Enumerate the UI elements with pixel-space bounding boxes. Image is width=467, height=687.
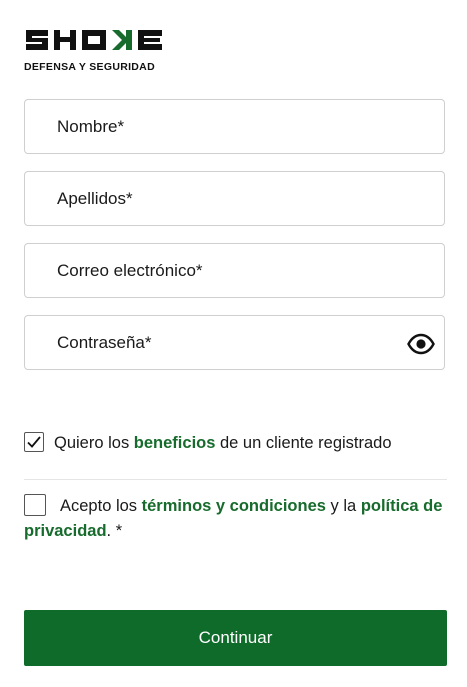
divider — [24, 479, 447, 480]
terms-text-before: Acepto los — [60, 497, 138, 515]
checkmark-icon — [27, 436, 41, 448]
password-field[interactable] — [24, 315, 445, 370]
benefits-checkbox[interactable] — [24, 432, 44, 452]
terms-text-after: . * — [106, 522, 123, 540]
terms-text-middle: y la — [330, 497, 357, 515]
first-name-input[interactable] — [25, 100, 444, 153]
terms-link[interactable]: términos y condiciones — [142, 497, 326, 515]
terms-option: Acepto los términos y condiciones y la p… — [24, 494, 449, 544]
last-name-input[interactable] — [25, 172, 444, 225]
eye-icon[interactable] — [407, 330, 435, 358]
email-input[interactable] — [25, 244, 444, 297]
registration-page: DEFENSA Y SEGURIDAD Quiero los beneficio… — [0, 0, 467, 687]
brand-logo: DEFENSA Y SEGURIDAD — [24, 26, 168, 73]
logo-wordmark-graphic — [26, 30, 162, 50]
email-field[interactable] — [24, 243, 445, 298]
terms-checkbox[interactable] — [24, 494, 46, 516]
password-input[interactable] — [25, 316, 444, 369]
last-name-field[interactable] — [24, 171, 445, 226]
first-name-field[interactable] — [24, 99, 445, 154]
continue-button[interactable]: Continuar — [24, 610, 447, 666]
benefits-text-before: Quiero los — [54, 434, 130, 452]
logo-tagline: DEFENSA Y SEGURIDAD — [24, 61, 155, 73]
benefits-text-after: de un cliente registrado — [220, 434, 392, 452]
logo-wordmark — [24, 26, 168, 54]
benefits-option: Quiero los beneficios de un cliente regi… — [24, 431, 449, 456]
benefits-link[interactable]: beneficios — [134, 434, 216, 452]
